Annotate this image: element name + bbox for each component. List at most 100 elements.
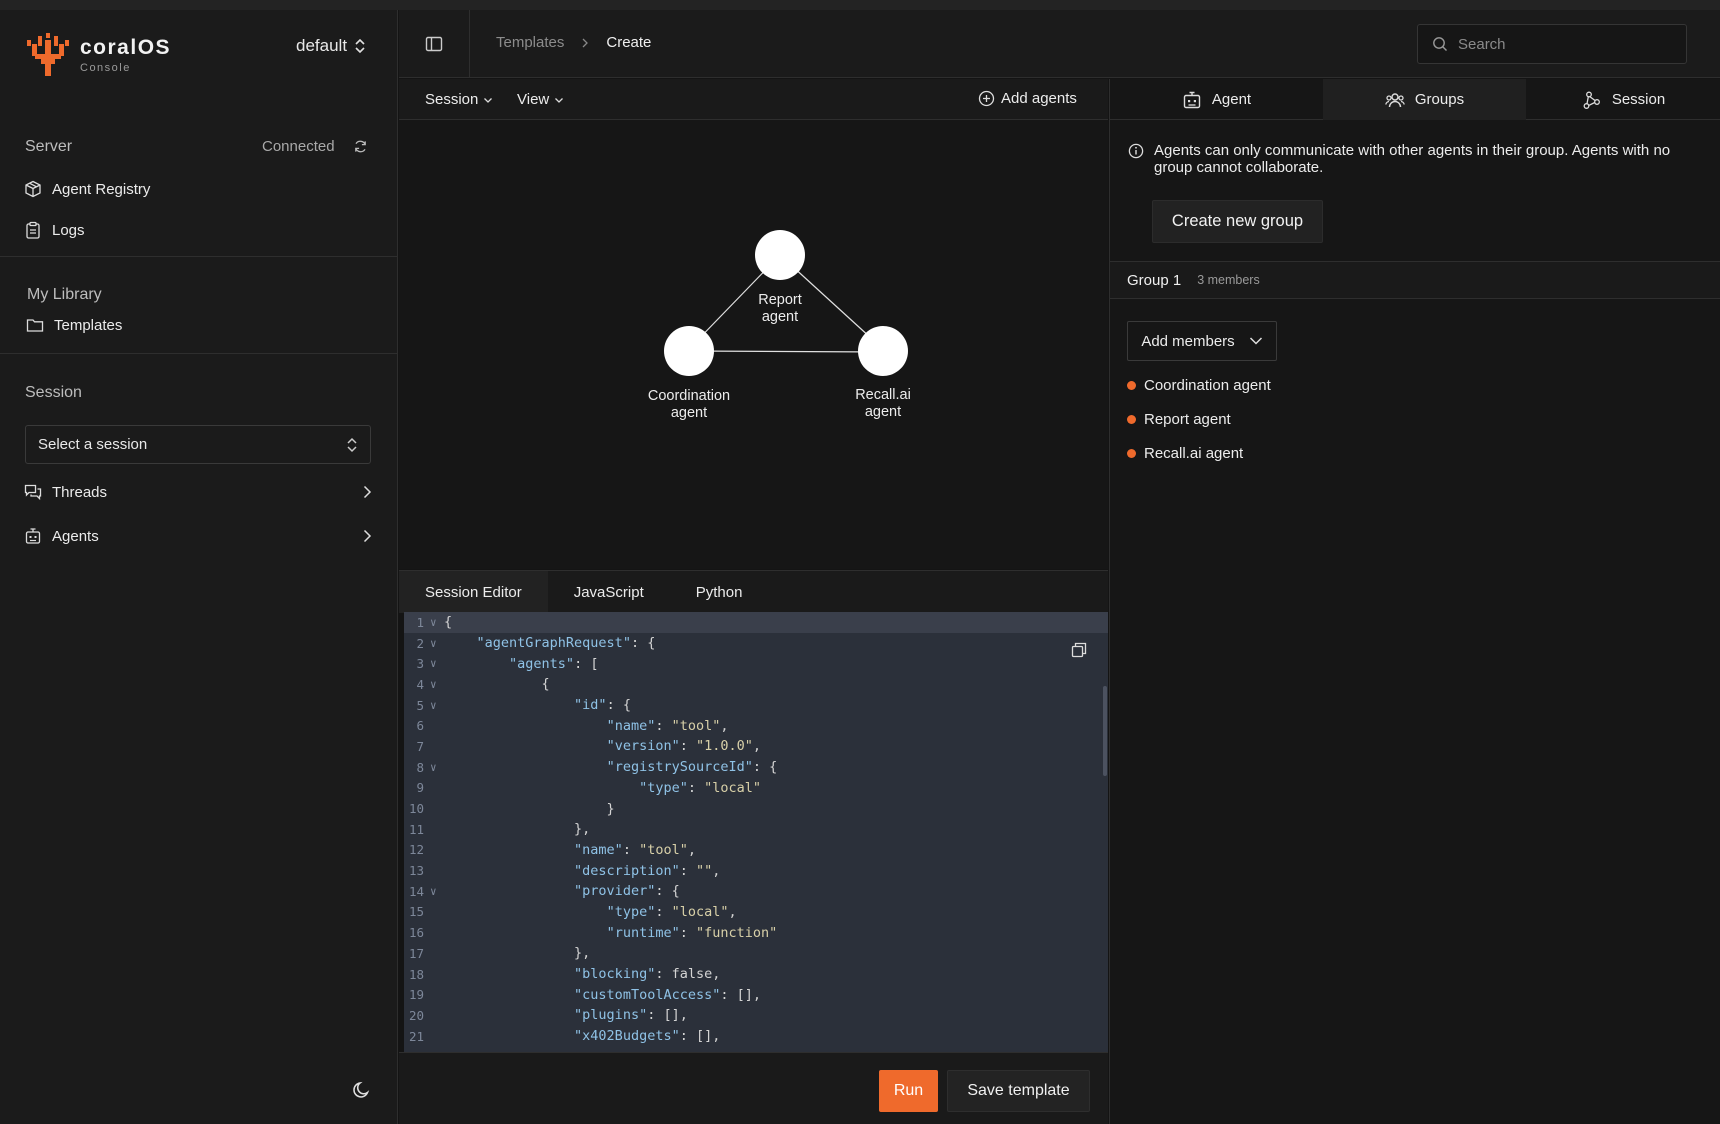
code-line[interactable]: 8 ∨ "registrySourceId": { bbox=[404, 757, 1108, 778]
tab-label: Groups bbox=[1414, 91, 1465, 108]
session-select[interactable]: Select a session bbox=[25, 425, 371, 464]
code-text: }, bbox=[444, 821, 591, 838]
group-member[interactable]: Coordination agent bbox=[1127, 377, 1271, 394]
search-input[interactable] bbox=[1458, 35, 1658, 53]
server-status-text: Connected bbox=[262, 138, 335, 155]
code-line[interactable]: 10 } bbox=[404, 798, 1108, 819]
canvas-toolbar: Session View Add agents bbox=[399, 79, 1108, 120]
agent-graph-canvas[interactable]: Report agent Coordination agent Recall.a… bbox=[399, 120, 1108, 569]
tab-session-editor[interactable]: Session Editor bbox=[399, 571, 548, 613]
code-text: "x402Budgets": [], bbox=[574, 1028, 721, 1045]
code-line[interactable]: 19 "customToolAccess": [], bbox=[404, 984, 1108, 1005]
brand-logo[interactable]: coralOS Console bbox=[26, 32, 171, 78]
workspace-selector[interactable]: default bbox=[296, 36, 367, 56]
tab-javascript[interactable]: JavaScript bbox=[548, 571, 670, 613]
code-line[interactable]: 12 "name": "tool", bbox=[404, 840, 1108, 861]
tab-python[interactable]: Python bbox=[670, 571, 769, 613]
tab-session[interactable]: Session bbox=[1526, 79, 1720, 120]
add-members-button[interactable]: Add members bbox=[1127, 321, 1277, 361]
tab-groups[interactable]: Groups bbox=[1323, 79, 1526, 120]
refresh-icon[interactable] bbox=[353, 139, 368, 154]
group-header[interactable]: Group 1 3 members bbox=[1110, 261, 1720, 299]
graph-node-coordination-agent[interactable] bbox=[664, 326, 714, 376]
search-box[interactable] bbox=[1417, 24, 1687, 64]
library-section-title: My Library bbox=[27, 286, 102, 303]
code-line[interactable]: 17 }, bbox=[404, 943, 1108, 964]
line-number: 8 bbox=[416, 759, 424, 775]
code-text: "customToolAccess": [], bbox=[574, 986, 761, 1003]
code-line[interactable]: 13 "description": "", bbox=[404, 860, 1108, 881]
fold-chevron-icon[interactable]: ∨ bbox=[424, 761, 444, 774]
agent-graph bbox=[664, 230, 908, 376]
group-member-count: 3 members bbox=[1197, 273, 1260, 287]
code-line[interactable]: 21 "x402Budgets": [], bbox=[404, 1026, 1108, 1047]
node-label-line: Recall.ai bbox=[855, 387, 911, 403]
view-menu[interactable]: View bbox=[517, 91, 564, 108]
code-line[interactable]: 5 ∨ "id": { bbox=[404, 695, 1108, 716]
code-line[interactable]: 7 "version": "1.0.0", bbox=[404, 736, 1108, 757]
code-editor[interactable]: 1 ∨{2 ∨ "agentGraphRequest": {3 ∨ "agents":… bbox=[404, 612, 1108, 1052]
member-status-dot bbox=[1127, 415, 1136, 424]
code-text: } bbox=[444, 800, 615, 817]
graph-edge bbox=[688, 350, 884, 353]
header-separator bbox=[469, 10, 470, 78]
code-line[interactable]: 4 ∨ { bbox=[404, 674, 1108, 695]
code-line[interactable]: 11 }, bbox=[404, 819, 1108, 840]
moon-icon[interactable] bbox=[352, 1080, 372, 1100]
fold-chevron-icon[interactable]: ∨ bbox=[424, 678, 444, 691]
folder-icon bbox=[26, 319, 44, 332]
code-line[interactable]: 20 "plugins": [], bbox=[404, 1005, 1108, 1026]
code-text: "id": { bbox=[574, 697, 631, 714]
code-line[interactable]: 2 ∨ "agentGraphRequest": { bbox=[404, 633, 1108, 654]
chevron-right-icon bbox=[363, 485, 372, 499]
line-number: 14 bbox=[408, 883, 424, 899]
sidebar-item-agent-registry[interactable]: Agent Registry bbox=[24, 180, 374, 198]
group-name: Group 1 bbox=[1127, 271, 1182, 289]
group-member[interactable]: Report agent bbox=[1127, 411, 1231, 428]
breadcrumb: Templates Create bbox=[496, 34, 651, 51]
line-number: 18 bbox=[408, 966, 424, 982]
code-line[interactable]: 15 "type": "local", bbox=[404, 902, 1108, 923]
copy-icon[interactable] bbox=[1071, 642, 1087, 658]
code-line[interactable]: 3 ∨ "agents": [ bbox=[404, 653, 1108, 674]
package-icon bbox=[25, 180, 41, 198]
right-panel-tabs: Agent Groups Session bbox=[1110, 79, 1720, 120]
fold-chevron-icon[interactable]: ∨ bbox=[424, 699, 444, 712]
sidebar-divider bbox=[0, 256, 398, 257]
sidebar-divider bbox=[0, 353, 398, 354]
code-line[interactable]: 6 "name": "tool", bbox=[404, 715, 1108, 736]
save-template-button[interactable]: Save template bbox=[947, 1070, 1090, 1112]
code-line[interactable]: 1 ∨{ bbox=[404, 612, 1108, 633]
member-name: Recall.ai agent bbox=[1144, 445, 1244, 462]
clipboard-icon bbox=[26, 221, 40, 239]
code-line[interactable]: 16 "runtime": "function" bbox=[404, 922, 1108, 943]
editor-scrollbar[interactable] bbox=[1103, 686, 1107, 776]
sidebar-item-label: Threads bbox=[52, 483, 108, 501]
tab-agent[interactable]: Agent bbox=[1110, 79, 1323, 120]
session-menu[interactable]: Session bbox=[425, 91, 493, 108]
fold-chevron-icon[interactable]: ∨ bbox=[424, 616, 444, 629]
workspace-label: default bbox=[296, 36, 348, 55]
sidebar-item-agents[interactable]: Agents bbox=[24, 527, 374, 545]
add-agents-label: Add agents bbox=[1001, 90, 1077, 107]
fold-chevron-icon[interactable]: ∨ bbox=[424, 637, 444, 650]
code-line[interactable]: 14 ∨ "provider": { bbox=[404, 881, 1108, 902]
fold-chevron-icon[interactable]: ∨ bbox=[424, 657, 444, 670]
line-number: 9 bbox=[416, 780, 424, 796]
messages-icon bbox=[24, 484, 42, 501]
sidebar-item-logs[interactable]: Logs bbox=[24, 221, 374, 239]
create-new-group-button[interactable]: Create new group bbox=[1152, 200, 1323, 243]
graph-node-report-agent[interactable] bbox=[755, 230, 805, 280]
group-member[interactable]: Recall.ai agent bbox=[1127, 445, 1243, 462]
code-line[interactable]: 18 "blocking": false, bbox=[404, 964, 1108, 985]
graph-node-recall-agent[interactable] bbox=[858, 326, 908, 376]
sidebar-toggle-icon[interactable] bbox=[425, 35, 443, 53]
breadcrumb-templates[interactable]: Templates bbox=[496, 34, 564, 51]
sidebar-item-templates[interactable]: Templates bbox=[26, 316, 376, 334]
sidebar-item-threads[interactable]: Threads bbox=[24, 483, 374, 501]
add-agents-button[interactable]: Add agents bbox=[978, 90, 1077, 107]
run-button[interactable]: Run bbox=[879, 1070, 938, 1112]
code-line[interactable]: 9 "type": "local" bbox=[404, 778, 1108, 799]
line-number: 16 bbox=[408, 925, 424, 941]
fold-chevron-icon[interactable]: ∨ bbox=[424, 885, 444, 898]
